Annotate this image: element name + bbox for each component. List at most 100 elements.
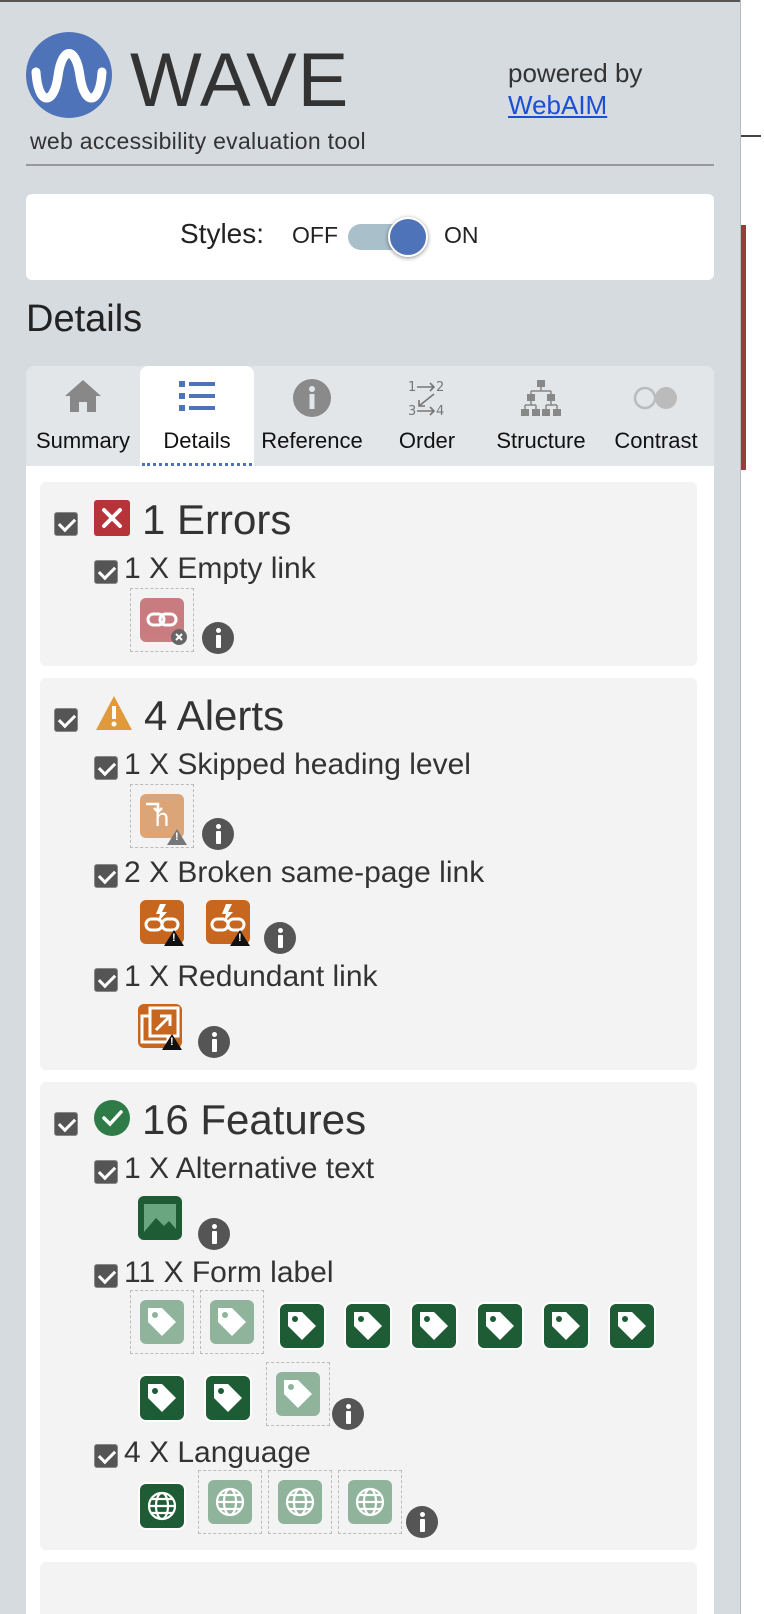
alt-text-info-icon[interactable] xyxy=(198,1218,230,1250)
language-checkbox[interactable] xyxy=(94,1444,118,1468)
form-label-icon xyxy=(140,1300,184,1344)
language-icon[interactable] xyxy=(140,1484,184,1528)
redundant-link-label: 1 X Redundant link xyxy=(124,960,378,993)
alt-text-label: 1 X Alternative text xyxy=(124,1152,375,1185)
powered-by-text: powered by xyxy=(508,58,643,88)
order-icon: 1 2 3 4 xyxy=(407,378,447,423)
warning-badge-icon xyxy=(167,829,187,845)
language-icon xyxy=(208,1480,252,1524)
form-label-info-icon[interactable] xyxy=(332,1398,364,1430)
features-title: 16 Features xyxy=(142,1096,367,1143)
form-label-icon[interactable] xyxy=(206,1376,250,1420)
tab-summary[interactable]: Summary xyxy=(26,366,140,466)
wave-logo-icon xyxy=(26,32,112,118)
language-instance[interactable] xyxy=(268,1470,332,1534)
empty-link-checkbox[interactable] xyxy=(94,560,118,584)
feature-check-icon xyxy=(94,1100,130,1136)
edge-dash xyxy=(741,135,761,137)
tab-label: Order xyxy=(398,428,456,453)
styles-on-label: ON xyxy=(444,222,479,248)
skipped-heading-instance[interactable]: h xyxy=(130,784,194,848)
home-icon xyxy=(63,378,103,419)
redundant-link-info-icon[interactable] xyxy=(198,1026,230,1058)
contrast-icon xyxy=(630,378,682,423)
form-label-icon[interactable] xyxy=(544,1304,588,1348)
styles-off-label: OFF xyxy=(292,222,338,248)
alerts-section: 4 Alerts 1 X Skipped heading level h 2 X… xyxy=(40,678,697,1070)
styles-label: Styles: xyxy=(180,218,265,249)
wave-sidebar: WAVE powered by WebAIM web accessibility… xyxy=(0,2,740,1614)
tab-label: Contrast xyxy=(614,428,698,453)
skipped-heading-info-icon[interactable] xyxy=(202,818,234,850)
skipped-heading-checkbox[interactable] xyxy=(94,756,118,780)
details-content: 1 Errors 1 X Empty link 4 Alerts 1 X Ski… xyxy=(26,466,714,1614)
broken-link-info-icon[interactable] xyxy=(264,922,296,954)
form-label-instance[interactable] xyxy=(130,1290,194,1354)
info-icon xyxy=(292,378,332,423)
language-instance[interactable] xyxy=(198,1470,262,1534)
empty-link-instance[interactable] xyxy=(130,588,194,652)
wave-header: WAVE powered by WebAIM web accessibility… xyxy=(26,32,714,168)
styles-toggle-panel: Styles: OFF ON xyxy=(26,194,714,280)
styles-toggle-switch[interactable] xyxy=(388,217,428,257)
tab-details[interactable]: Details xyxy=(140,366,254,466)
errors-checkbox[interactable] xyxy=(54,512,78,536)
tab-structure[interactable]: Structure xyxy=(484,366,598,466)
svg-text:4: 4 xyxy=(436,404,444,418)
svg-text:1: 1 xyxy=(408,380,416,395)
form-label-checkbox[interactable] xyxy=(94,1264,118,1288)
svg-text:2: 2 xyxy=(436,380,444,395)
tab-contrast[interactable]: Contrast xyxy=(598,366,714,466)
tab-label: Structure xyxy=(496,428,586,453)
form-label-icon xyxy=(276,1372,320,1416)
alert-icon xyxy=(94,694,134,737)
next-section xyxy=(40,1562,697,1614)
alt-text-checkbox[interactable] xyxy=(94,1160,118,1184)
tab-reference[interactable]: Reference xyxy=(254,366,370,466)
list-icon xyxy=(177,378,217,419)
tagline: web accessibility evaluation tool xyxy=(30,128,366,154)
warning-badge-icon xyxy=(162,1034,182,1050)
x-badge-icon xyxy=(171,629,187,645)
features-section: 16 Features 1 X Alternative text 11 X Fo… xyxy=(40,1082,697,1550)
tab-label: Summary xyxy=(35,428,131,453)
panel-tabs: Summary Details Reference 1234 Order Str… xyxy=(26,366,714,466)
tab-order[interactable]: 1 2 3 4 Order xyxy=(370,366,484,466)
alerts-title: 4 Alerts xyxy=(144,692,285,739)
form-label-icon[interactable] xyxy=(346,1304,390,1348)
form-label-icon[interactable] xyxy=(412,1304,456,1348)
svg-text:3: 3 xyxy=(408,404,416,418)
tab-label: Reference xyxy=(261,428,363,453)
form-label-icon[interactable] xyxy=(140,1376,184,1420)
empty-link-info-icon[interactable] xyxy=(202,622,234,654)
language-info-icon[interactable] xyxy=(406,1506,438,1538)
structure-icon xyxy=(519,378,563,423)
broken-link-checkbox[interactable] xyxy=(94,864,118,888)
form-label-instance[interactable] xyxy=(266,1362,330,1426)
header-divider xyxy=(26,164,714,166)
warning-badge-icon xyxy=(230,930,250,946)
redundant-link-checkbox[interactable] xyxy=(94,968,118,992)
alerts-checkbox[interactable] xyxy=(54,708,78,732)
skipped-heading-label: 1 X Skipped heading level xyxy=(124,748,471,781)
edge-redbar xyxy=(741,225,746,470)
webaim-link[interactable]: WebAIM xyxy=(508,90,607,120)
page-edge xyxy=(740,0,764,1614)
form-label-icon[interactable] xyxy=(280,1304,324,1348)
alt-text-icon[interactable] xyxy=(138,1196,182,1240)
errors-section: 1 Errors 1 X Empty link xyxy=(40,482,697,666)
form-label-icon[interactable] xyxy=(478,1304,522,1348)
errors-title: 1 Errors xyxy=(142,496,292,543)
language-label: 4 X Language xyxy=(124,1436,311,1469)
error-icon xyxy=(94,500,130,536)
language-icon xyxy=(348,1480,392,1524)
broken-link-label: 2 X Broken same-page link xyxy=(124,856,485,889)
details-heading: Details xyxy=(26,298,143,340)
wave-title: WAVE xyxy=(130,38,350,123)
form-label-icon[interactable] xyxy=(610,1304,654,1348)
language-icon xyxy=(278,1480,322,1524)
form-label-label: 11 X Form label xyxy=(124,1256,334,1289)
form-label-instance[interactable] xyxy=(200,1290,264,1354)
language-instance[interactable] xyxy=(338,1470,402,1534)
features-checkbox[interactable] xyxy=(54,1112,78,1136)
